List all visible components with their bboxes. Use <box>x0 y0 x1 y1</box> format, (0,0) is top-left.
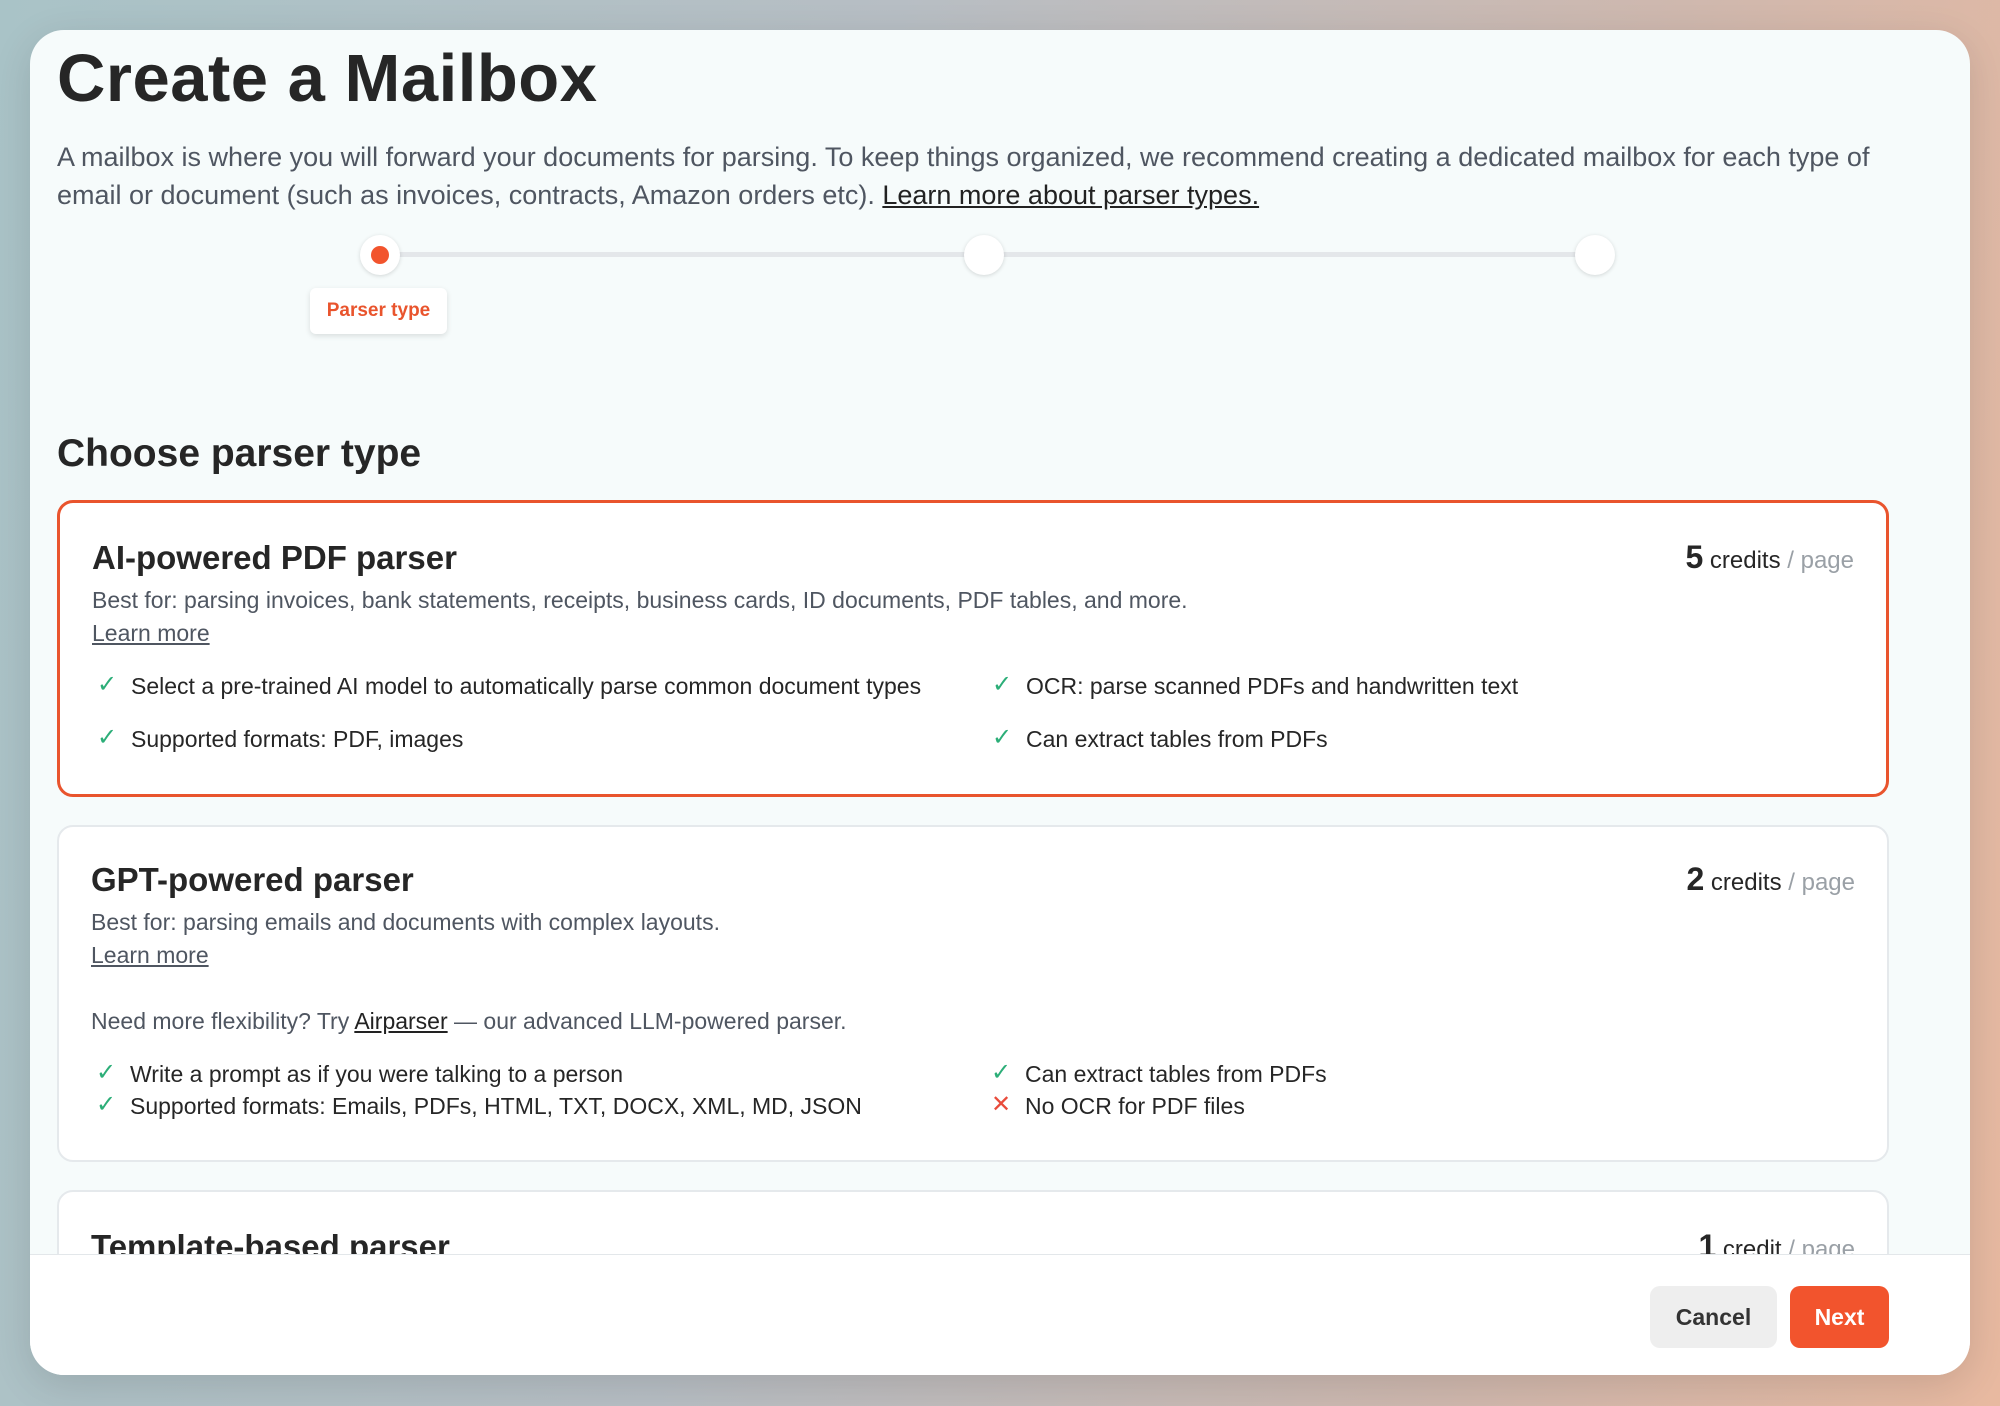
card-price: 5 credits / page <box>1685 539 1854 576</box>
step-1-dot[interactable] <box>360 235 400 275</box>
feature-text: Select a pre-trained AI model to automat… <box>131 673 922 699</box>
learn-more-link[interactable]: Learn more <box>91 942 209 969</box>
check-icon: ✓ <box>96 1059 117 1086</box>
check-icon: ✓ <box>97 724 118 751</box>
feature-item: ✓ Supported formats: PDF, images <box>97 724 977 752</box>
feature-text: Can extract tables from PDFs <box>1026 726 1328 752</box>
check-icon: ✓ <box>96 1091 117 1118</box>
stepper: Parser type <box>30 30 1970 334</box>
price-unit: page <box>1801 1236 1855 1254</box>
airparser-link[interactable]: Airparser <box>354 1008 447 1034</box>
price-unit: page <box>1801 869 1855 896</box>
feature-text: Supported formats: PDF, images <box>131 726 464 752</box>
section-title: Choose parser type <box>57 432 422 475</box>
feature-item: ✓ Write a prompt as if you were talking … <box>96 1059 976 1087</box>
price-separator: / <box>1788 869 1795 896</box>
next-button[interactable]: Next <box>1790 1286 1889 1348</box>
card-title: Template-based parser <box>91 1228 450 1254</box>
credits-label: credits <box>1709 547 1781 574</box>
stepper-track-1 <box>380 252 985 257</box>
create-mailbox-modal: Create a Mailbox A mailbox is where you … <box>30 30 1970 1375</box>
check-icon: ✓ <box>991 1059 1012 1086</box>
credits-count: 5 <box>1685 539 1704 575</box>
flexibility-note: Need more flexibility? Try Airparser — o… <box>91 1008 847 1035</box>
parser-card-ai-pdf[interactable]: AI-powered PDF parser 5 credits / page B… <box>57 500 1889 797</box>
credits-label: credit <box>1722 1236 1782 1254</box>
feature-item: ✓ OCR: parse scanned PDFs and handwritte… <box>992 671 1872 699</box>
check-icon: ✓ <box>992 671 1013 698</box>
credits-label: credits <box>1710 869 1782 896</box>
modal-footer: Cancel Next <box>30 1254 1970 1375</box>
feature-text: Write a prompt as if you were talking to… <box>130 1061 624 1087</box>
note-suffix: — our advanced LLM-powered parser. <box>447 1008 847 1034</box>
feature-text: OCR: parse scanned PDFs and handwritten … <box>1026 673 1519 699</box>
check-icon: ✓ <box>992 724 1013 751</box>
learn-more-link[interactable]: Learn more <box>92 620 210 647</box>
parser-card-template[interactable]: Template-based parser 1 credit / page <box>57 1190 1889 1254</box>
card-price: 2 credits / page <box>1686 861 1855 898</box>
cross-icon: ✕ <box>991 1091 1012 1118</box>
step-2-dot[interactable] <box>964 235 1004 275</box>
credits-count: 1 <box>1698 1228 1717 1254</box>
credits-count: 2 <box>1686 861 1705 897</box>
parser-card-gpt[interactable]: GPT-powered parser 2 credits / page Best… <box>57 825 1889 1162</box>
feature-text: Supported formats: Emails, PDFs, HTML, T… <box>130 1093 862 1119</box>
note-prefix: Need more flexibility? Try <box>91 1008 355 1034</box>
card-title: GPT-powered parser <box>91 861 414 898</box>
feature-item: ✕ No OCR for PDF files <box>991 1091 1871 1119</box>
stepper-track-2 <box>985 252 1595 257</box>
step-1-label: Parser type <box>310 288 447 334</box>
card-price: 1 credit / page <box>1698 1228 1855 1254</box>
price-unit: page <box>1800 547 1854 574</box>
check-icon: ✓ <box>97 671 118 698</box>
feature-item: ✓ Select a pre-trained AI model to autom… <box>97 671 977 699</box>
feature-text: No OCR for PDF files <box>1025 1093 1245 1119</box>
feature-item: ✓ Supported formats: Emails, PDFs, HTML,… <box>96 1091 976 1119</box>
card-description: Best for: parsing emails and documents w… <box>91 909 720 935</box>
feature-text: Can extract tables from PDFs <box>1025 1061 1327 1087</box>
cancel-button[interactable]: Cancel <box>1650 1286 1777 1348</box>
modal-scroll-area[interactable]: Create a Mailbox A mailbox is where you … <box>30 30 1970 1254</box>
price-separator: / <box>1788 1236 1795 1254</box>
card-description: Best for: parsing invoices, bank stateme… <box>92 587 1188 613</box>
price-separator: / <box>1787 547 1794 574</box>
card-title: AI-powered PDF parser <box>92 539 457 576</box>
feature-item: ✓ Can extract tables from PDFs <box>992 724 1872 752</box>
feature-item: ✓ Can extract tables from PDFs <box>991 1059 1871 1087</box>
step-3-dot[interactable] <box>1575 235 1615 275</box>
